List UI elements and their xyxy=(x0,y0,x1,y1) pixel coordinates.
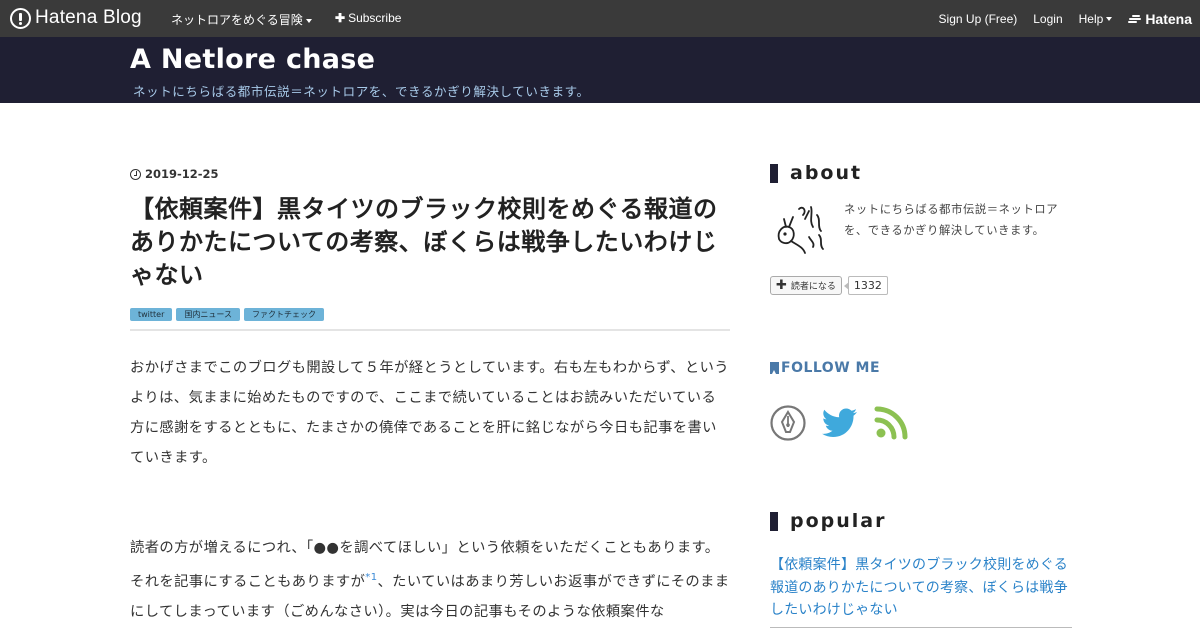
category-tag[interactable]: twitter xyxy=(130,308,173,321)
blog-description: ネットにちらばる都市伝説＝ネットロアを、できるかぎり解決していきます。 xyxy=(133,84,590,99)
subscribe-row: ✚ 読者になる 1332 xyxy=(770,276,888,295)
category-list: twitter 国内ニュース ファクトチェック xyxy=(130,308,324,321)
hatena-logo[interactable]: Hatena xyxy=(1128,11,1192,27)
title-divider xyxy=(130,329,730,331)
twitter-icon[interactable] xyxy=(822,407,858,439)
entry-date[interactable]: 2019-12-25 xyxy=(130,167,219,181)
popular-heading: popular xyxy=(770,510,887,532)
hatena-global-bar: Hatena Blog ネットロアをめぐる冒険 ✚ Subscribe Sign … xyxy=(0,0,1200,37)
plus-icon: ✚ xyxy=(776,278,787,293)
hatena-mark-icon xyxy=(1128,14,1142,24)
popular-divider xyxy=(770,627,1072,628)
popular-title: popular xyxy=(790,510,887,532)
plus-icon: ✚ xyxy=(335,11,346,25)
about-description: ネットにちらばる都市伝説＝ネットロアを、できるかぎり解決していきます。 xyxy=(844,203,1059,237)
help-menu[interactable]: Help xyxy=(1079,12,1113,26)
category-tag[interactable]: 国内ニュース xyxy=(176,308,240,321)
heading-marker xyxy=(770,163,778,183)
about-heading: about xyxy=(770,162,862,184)
blog-menu-dropdown[interactable]: ネットロアをめぐる冒険 xyxy=(171,11,312,28)
profile-icon[interactable] xyxy=(773,201,831,259)
footnote-link[interactable]: *1 xyxy=(365,572,377,583)
subscriber-count: 1332 xyxy=(843,276,888,295)
follow-heading: FOLLOW ME xyxy=(770,360,880,376)
hatena-blog-logo-icon xyxy=(10,7,31,29)
login-link[interactable]: Login xyxy=(1033,12,1062,26)
about-title: about xyxy=(790,162,863,184)
entry-date-text: 2019-12-25 xyxy=(145,167,219,181)
subscribe-label: Subscribe xyxy=(348,11,402,25)
clock-icon xyxy=(130,168,141,180)
help-label: Help xyxy=(1078,11,1104,26)
follow-title: FOLLOW ME xyxy=(781,360,881,376)
subscribe-button-label: 読者になる xyxy=(790,282,836,292)
follow-icon-list xyxy=(770,405,924,441)
blog-title[interactable]: A Netlore chase xyxy=(130,44,375,75)
subscribe-button[interactable]: ✚ 読者になる xyxy=(770,276,842,295)
chevron-down-icon xyxy=(305,18,312,23)
bookmark-icon xyxy=(770,362,779,374)
hatena-blog-logo-text: Hatena Blog xyxy=(35,7,142,28)
hatena-logo-text: Hatena xyxy=(1145,10,1192,27)
entry-title[interactable]: 【依頼案件】黒タイツのブラック校則をめぐる報道のありかたについての考察、ぼくらは… xyxy=(130,193,730,292)
entry-paragraph: おかげさまでこのブログも開設して５年が経とうとしています。右も左もわからず、とい… xyxy=(130,360,729,466)
chevron-down-icon xyxy=(1106,17,1113,22)
category-tag[interactable]: ファクトチェック xyxy=(244,308,324,321)
blog-header: A Netlore chase ネットにちらばる都市伝説＝ネットロアを、できるか… xyxy=(0,37,1200,103)
rss-icon[interactable] xyxy=(874,406,908,440)
popular-entry-link[interactable]: 【依頼案件】黒タイツのブラック校則をめぐる報道のありかたについての考察、ぼくらは… xyxy=(770,554,1072,622)
hatena-blog-logo[interactable]: Hatena Blog xyxy=(10,7,142,29)
heading-marker xyxy=(770,511,778,531)
subscribe-link[interactable]: ✚ Subscribe xyxy=(335,11,401,25)
signup-link[interactable]: Sign Up (Free) xyxy=(939,12,1018,26)
entry-paragraph: 読者の方が増えるにつれ、「●●を調べてほしい」という依頼をいただくこともあります… xyxy=(130,533,730,627)
blog-menu-label: ネットロアをめぐる冒険 xyxy=(171,13,303,27)
hatena-pen-icon[interactable] xyxy=(770,405,806,441)
